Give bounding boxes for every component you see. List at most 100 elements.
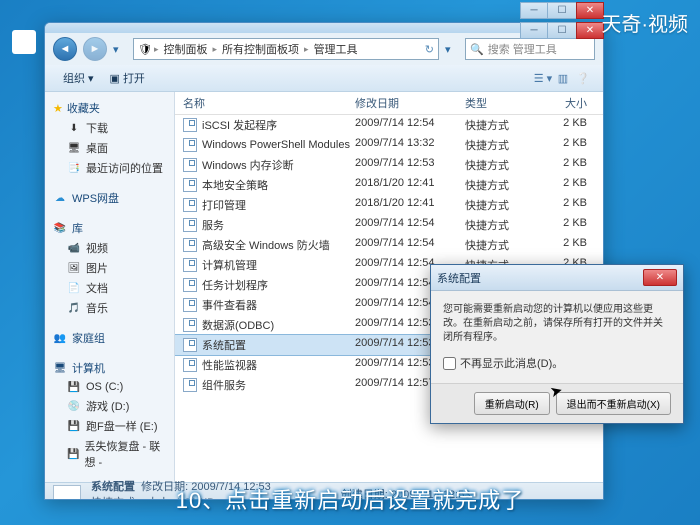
sidebar-item-label: 视频	[86, 240, 108, 256]
bg-close-button[interactable]: ✕	[576, 2, 604, 19]
forward-button[interactable]: ►	[83, 37, 107, 61]
sidebar-item[interactable]: 🎵音乐	[45, 298, 174, 318]
preview-pane-button[interactable]: ▥	[553, 68, 573, 88]
shortcut-icon	[183, 118, 197, 132]
cloud-icon: ☁	[53, 191, 67, 205]
sidebar-item-label: 跑F盘一样 (E:)	[86, 418, 158, 434]
libraries-icon: 📚	[53, 221, 67, 235]
checkbox-input[interactable]	[443, 357, 456, 370]
file-row[interactable]: 服务2009/7/14 12:54快捷方式2 KB	[175, 215, 603, 235]
file-name: 服务	[202, 217, 224, 233]
breadcrumb[interactable]: 🛡 ▸ 控制面板 ▸ 所有控制面板项 ▸ 管理工具 ↻	[133, 38, 439, 60]
nav-history-dropdown[interactable]: ▾	[113, 37, 127, 61]
organize-menu[interactable]: 组织 ▾	[55, 68, 102, 88]
file-size: 2 KB	[535, 137, 595, 153]
file-row[interactable]: Windows PowerShell Modules2009/7/14 13:3…	[175, 135, 603, 155]
file-type: 快捷方式	[465, 137, 535, 153]
window-controls: ─ ☐ ✕	[520, 22, 604, 39]
sidebar-item[interactable]: 🖼图片	[45, 258, 174, 278]
file-size: 2 KB	[535, 217, 595, 233]
sidebar-libraries-header[interactable]: 📚库	[45, 218, 174, 238]
breadcrumb-seg[interactable]: 管理工具	[311, 41, 361, 57]
help-button[interactable]: ❔	[573, 68, 593, 88]
chevron-right-icon: ▸	[213, 44, 218, 55]
file-name: 打印管理	[202, 197, 246, 213]
bg-maximize-button[interactable]: ☐	[548, 2, 576, 19]
shortcut-icon	[183, 378, 197, 392]
background-window-controls: ─ ☐ ✕	[520, 2, 604, 19]
search-placeholder: 搜索 管理工具	[488, 41, 557, 57]
maximize-button[interactable]: ☐	[548, 22, 576, 39]
sidebar-item[interactable]: ⬇下载	[45, 118, 174, 138]
sidebar-item[interactable]: 💿游戏 (D:)	[45, 396, 174, 416]
column-date[interactable]: 修改日期	[355, 95, 465, 111]
sidebar-item-icon: 💿	[67, 399, 81, 413]
file-row[interactable]: 打印管理2018/1/20 12:41快捷方式2 KB	[175, 195, 603, 215]
minimize-button[interactable]: ─	[520, 22, 548, 39]
restart-button[interactable]: 重新启动(R)	[474, 392, 550, 415]
sidebar-item-icon: 💾	[67, 419, 81, 433]
sidebar-item-icon: 📑	[67, 161, 81, 175]
file-name: 数据源(ODBC)	[202, 317, 274, 333]
bc-icon: 🛡	[138, 43, 152, 56]
shortcut-icon	[183, 138, 197, 152]
sidebar-item[interactable]: 💾丢失恢复盘 - 联想 -	[45, 436, 174, 472]
refresh-icon[interactable]: ↻	[425, 43, 434, 56]
column-type[interactable]: 类型	[465, 95, 535, 111]
file-row[interactable]: iSCSI 发起程序2009/7/14 12:54快捷方式2 KB	[175, 115, 603, 135]
file-type: 快捷方式	[465, 157, 535, 173]
view-options-button[interactable]: ☰ ▾	[533, 68, 553, 88]
shortcut-icon	[183, 258, 197, 272]
back-button[interactable]: ◄	[53, 37, 77, 61]
sidebar-item[interactable]: 🖥 桌面	[45, 138, 174, 158]
file-size: 2 KB	[535, 117, 595, 133]
caption-overlay: 10、点击重新启动后设置就完成了	[176, 483, 524, 515]
search-input[interactable]: 🔍 搜索 管理工具	[465, 38, 595, 60]
file-date: 2009/7/14 12:54	[355, 237, 465, 253]
open-button[interactable]: ▣打开	[102, 68, 153, 88]
chevron-right-icon: ▸	[154, 44, 159, 55]
sidebar-item-icon: 📄	[67, 281, 81, 295]
sidebar-item-label: 桌面	[86, 140, 108, 156]
file-row[interactable]: 本地安全策略2018/1/20 12:41快捷方式2 KB	[175, 175, 603, 195]
sidebar-item[interactable]: 📹 视频	[45, 238, 174, 258]
dialog-titlebar[interactable]: 系统配置 ✕	[431, 265, 683, 291]
sidebar-item-label: OS (C:)	[86, 381, 123, 393]
sidebar-item[interactable]: 💾 跑F盘一样 (E:)	[45, 416, 174, 436]
file-size: 2 KB	[535, 177, 595, 193]
column-size[interactable]: 大小	[535, 95, 595, 111]
dont-show-again-checkbox[interactable]: 不再显示此消息(D)。	[443, 355, 671, 371]
sidebar-item-icon: 💾	[67, 380, 81, 394]
bg-minimize-button[interactable]: ─	[520, 2, 548, 19]
column-name[interactable]: 名称	[175, 95, 355, 111]
shortcut-icon	[183, 298, 197, 312]
desktop-recycle-bin[interactable]	[12, 30, 36, 54]
file-row[interactable]: Windows 内存诊断2009/7/14 12:53快捷方式2 KB	[175, 155, 603, 175]
status-name: 系统配置	[91, 481, 135, 493]
sidebar-homegroup-header[interactable]: 👥家庭组	[45, 328, 174, 348]
address-dropdown[interactable]: ▾	[445, 37, 459, 61]
navigation-sidebar: ★收藏夹 ⬇下载 🖥 桌面 📑最近访问的位置 ☁WPS网盘 📚库 📹 视频 🖼图片📄文档🎵…	[45, 92, 175, 482]
homegroup-icon: 👥	[53, 331, 67, 345]
breadcrumb-seg[interactable]: 所有控制面板项	[219, 41, 302, 57]
breadcrumb-seg[interactable]: 控制面板	[161, 41, 211, 57]
column-headers-row: 名称 修改日期 类型 大小	[175, 92, 603, 115]
sidebar-item[interactable]: 📄文档	[45, 278, 174, 298]
sidebar-item-icon: 📹	[67, 241, 81, 255]
file-type: 快捷方式	[465, 177, 535, 193]
exit-without-restart-button[interactable]: 退出而不重新启动(X)	[556, 392, 671, 415]
sidebar-favorites-header[interactable]: ★收藏夹	[45, 98, 174, 118]
computer-icon: 🖥	[53, 361, 67, 375]
file-type: 快捷方式	[465, 117, 535, 133]
sidebar-computer-header[interactable]: 🖥计算机	[45, 358, 174, 378]
sidebar-item[interactable]: 📑最近访问的位置	[45, 158, 174, 178]
sidebar-wps-header[interactable]: ☁WPS网盘	[45, 188, 174, 208]
dialog-close-button[interactable]: ✕	[643, 269, 677, 286]
sidebar-item-icon: 🖥	[67, 141, 81, 155]
sidebar-item[interactable]: 💾 OS (C:)	[45, 378, 174, 396]
shortcut-icon	[183, 358, 197, 372]
sidebar-item-label: 下载	[86, 120, 108, 136]
sidebar-item-label: 图片	[86, 260, 108, 276]
file-row[interactable]: 高级安全 Windows 防火墙2009/7/14 12:54快捷方式2 KB	[175, 235, 603, 255]
close-button[interactable]: ✕	[576, 22, 604, 39]
